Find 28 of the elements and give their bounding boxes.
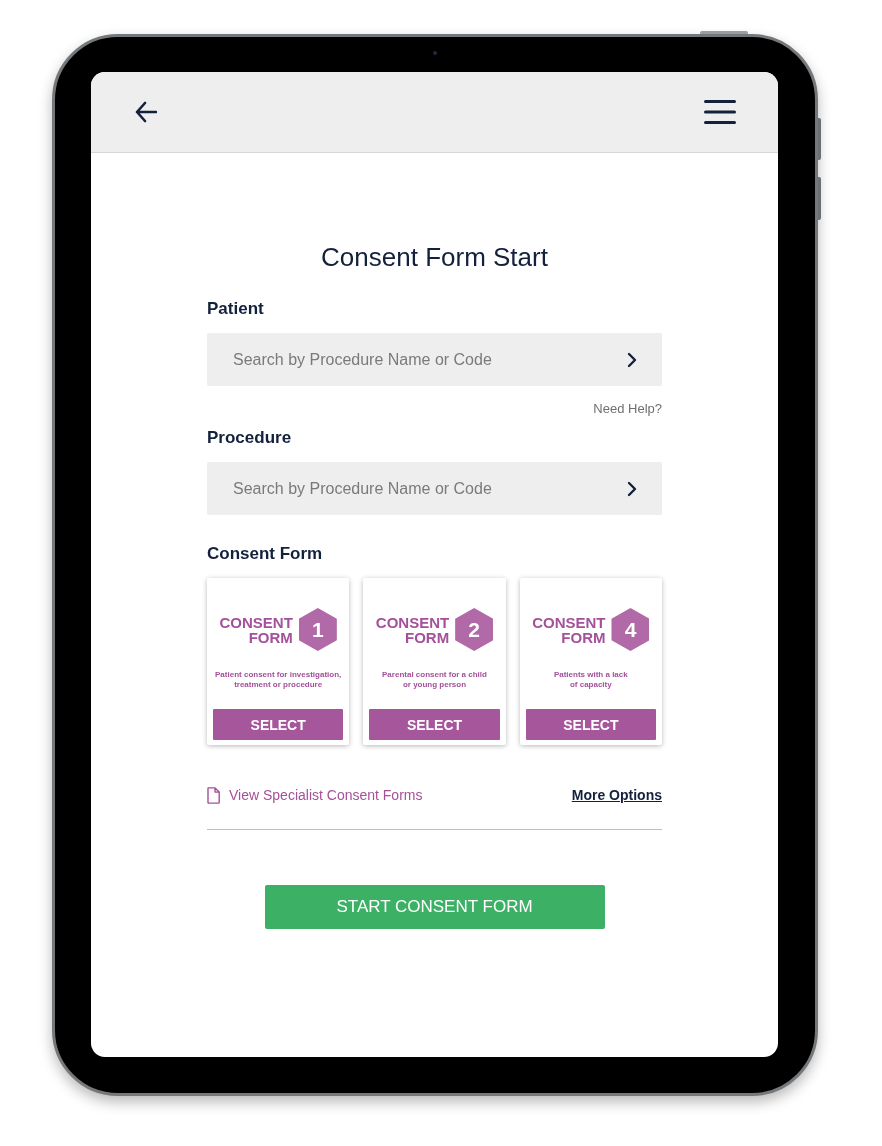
card-heading: CONSENT FORM [532, 614, 606, 645]
search-field[interactable]: Search by Procedure Name or Code [207, 462, 662, 515]
select-button[interactable]: SELECT [525, 709, 656, 740]
select-button[interactable]: SELECT [369, 709, 500, 740]
help-link[interactable]: Need Help? [593, 401, 662, 417]
card-heading: CONSENT FORM [219, 614, 293, 645]
card-heading: CONSENT FORM [375, 614, 450, 645]
more-options-link[interactable]: More Options [571, 786, 662, 804]
section-label: Consent Form [207, 544, 324, 564]
specialist-forms-link[interactable]: View Specialist Consent Forms [207, 786, 423, 804]
card-description: Patients with a lack of capacity [553, 670, 628, 690]
chevron-right-icon[interactable] [627, 481, 637, 497]
number-badge: 1 [298, 608, 337, 651]
field-label: Procedure [207, 428, 293, 448]
back-arrow-icon[interactable] [135, 101, 157, 123]
start-consent-button[interactable]: START CONSENT FORM [264, 885, 605, 929]
card-description: Patient consent for investigation, treatment or procedure [215, 670, 342, 690]
menu-icon[interactable] [704, 100, 736, 124]
select-button[interactable]: SELECT [213, 709, 344, 740]
search-field[interactable]: Search by Procedure Name or Code [207, 333, 662, 386]
camera-icon [433, 51, 437, 55]
number-badge: 4 [611, 608, 650, 651]
card-description: Parental consent for a child or young person [382, 670, 487, 690]
field-label: Patient [207, 299, 265, 319]
number-badge: 2 [455, 608, 494, 651]
chevron-right-icon[interactable] [627, 352, 637, 368]
page-title: Consent Form Start [321, 241, 548, 273]
document-icon [207, 786, 220, 804]
